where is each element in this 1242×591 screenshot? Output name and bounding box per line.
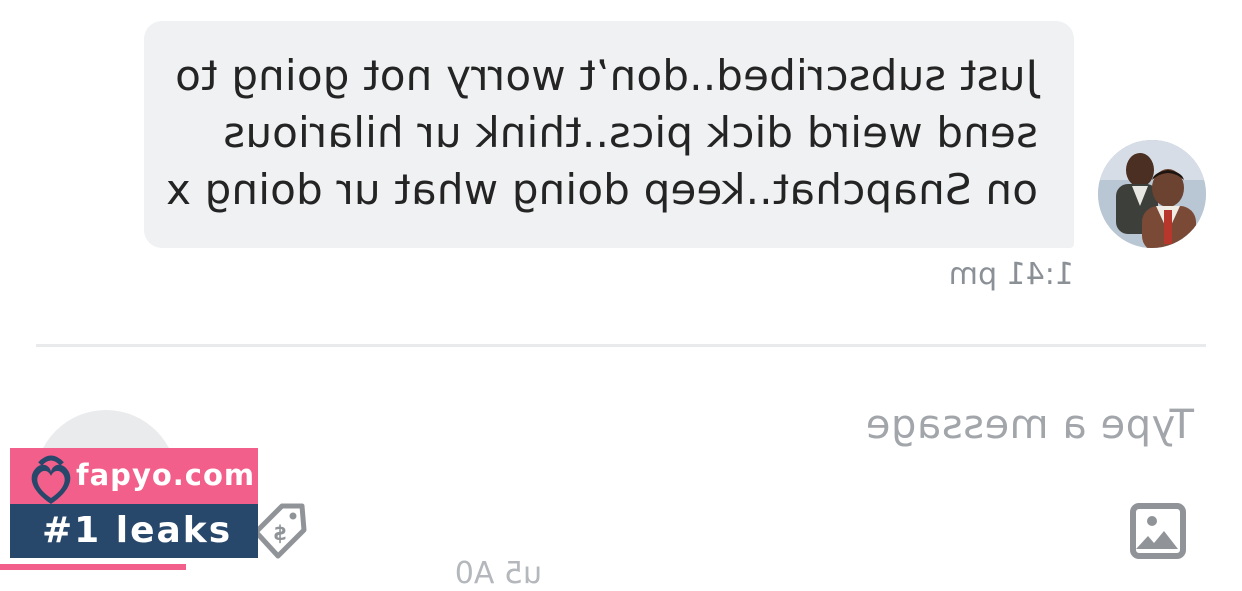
image-icon-graphic (1130, 503, 1186, 559)
message-timestamp: 1:41 pm (948, 257, 1074, 292)
message-line: send weird dick pics..think ur hilarious (223, 108, 1038, 157)
price-tag-icon[interactable]: $ (252, 500, 308, 562)
svg-text:$: $ (273, 521, 287, 545)
watermark: fapyo.com #1 leaks (10, 448, 258, 558)
truncated-label: u5 A0 (454, 556, 542, 591)
watermark-stripe (0, 564, 186, 570)
message-line: Just subscribed..don’t worry not going t… (175, 51, 1038, 100)
price-tag-icon-graphic: $ (253, 503, 307, 559)
image-icon[interactable] (1130, 503, 1186, 559)
message-bubble: Just subscribed..don’t worry not going t… (144, 21, 1074, 248)
sender-avatar[interactable] (1098, 140, 1206, 248)
heart-lock-icon (31, 455, 71, 504)
composer-divider (36, 344, 1206, 347)
watermark-tagline: #1 leaks (42, 510, 233, 551)
message-input[interactable]: Type a message (865, 402, 1194, 448)
message-text: Just subscribed..don’t worry not going t… (165, 47, 1038, 218)
watermark-site: fapyo.com (76, 458, 256, 492)
message-line: on Snapchat..keep doing what ur doing x (165, 165, 1038, 214)
avatar-photo (1098, 140, 1206, 248)
